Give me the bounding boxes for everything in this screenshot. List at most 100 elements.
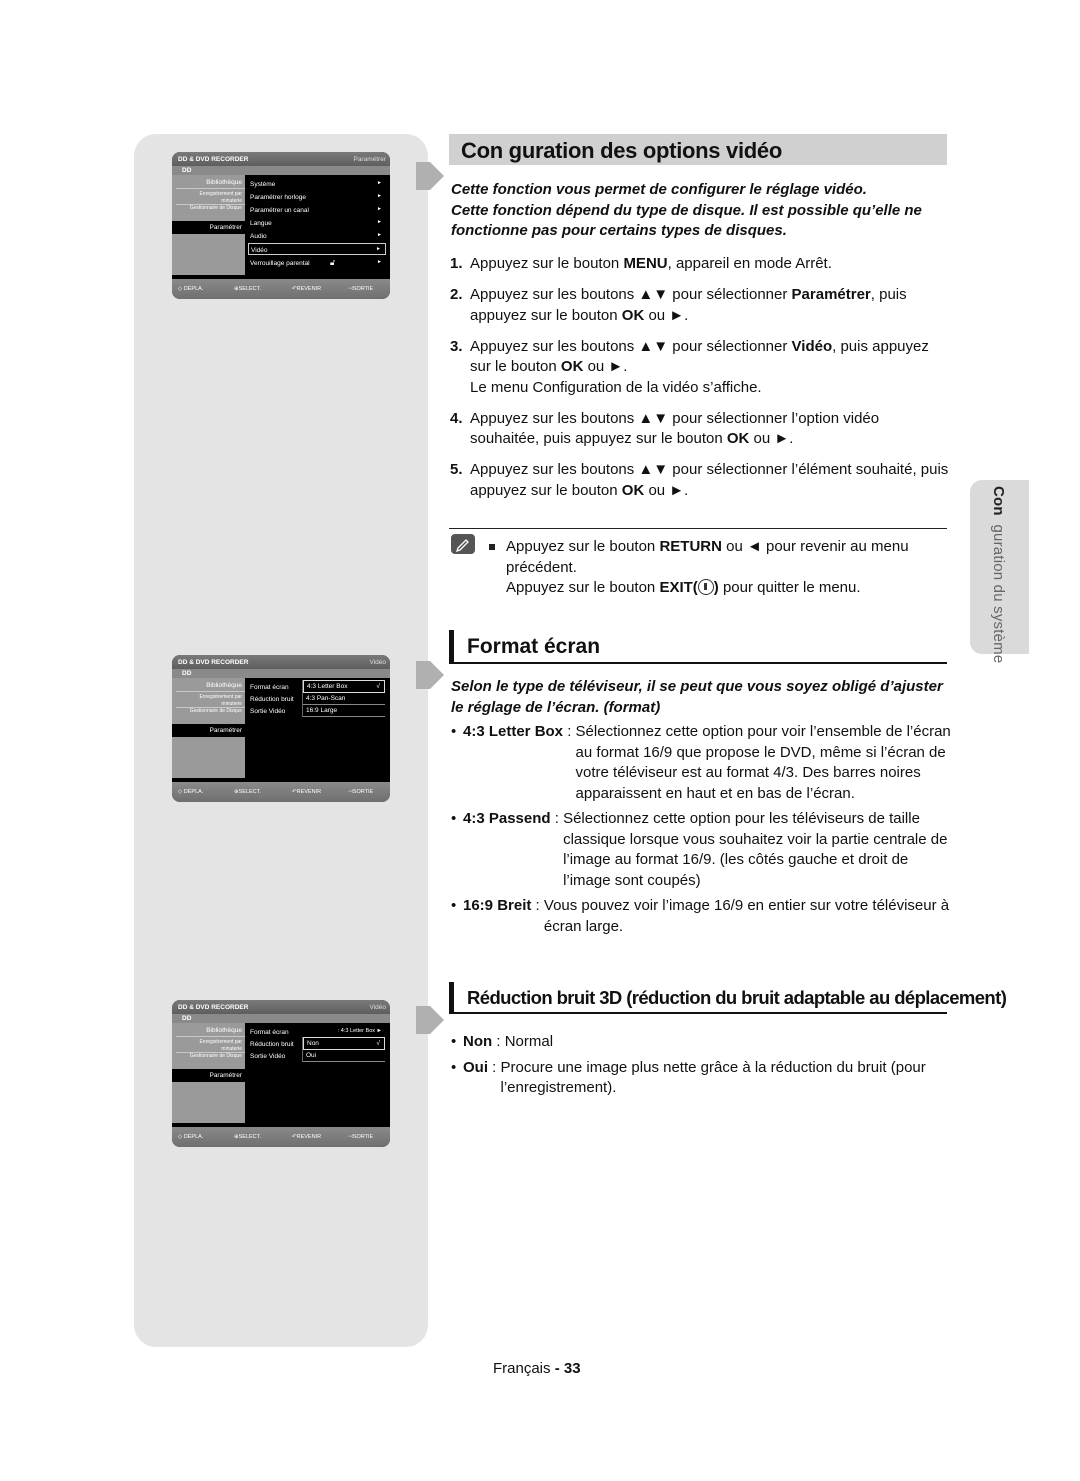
- osd-screen-video-format: DD & DVD RECORDER Vidéo DD Bibliothèque …: [172, 655, 390, 802]
- osd-menu-item[interactable]: Paramétrer horloge ►: [248, 191, 386, 203]
- step-item: 5. Appuyez sur les boutons ▲▼ pour sélect…: [450, 461, 949, 499]
- osd-title: DD & DVD RECORDER: [178, 1004, 249, 1011]
- steps-list: 1. Appuyez sur le bouton MENU, appareil e…: [450, 254, 950, 512]
- osd-left-item[interactable]: Gestionnaire de Disque: [182, 205, 242, 212]
- pointer-arrow-icon: [416, 655, 444, 695]
- osd-menu-item[interactable]: Système ►: [248, 178, 386, 190]
- step-item: 2. Appuyez sur les boutons ▲▼ pour sélect…: [450, 286, 907, 324]
- osd-left-item[interactable]: Enregistrement par minuterie: [182, 191, 242, 205]
- osd-menu-item[interactable]: Audio ►: [248, 230, 386, 242]
- chevron-right-icon: ►: [376, 246, 381, 252]
- osd-device-label: DD: [182, 670, 192, 677]
- note-divider: [449, 528, 947, 529]
- bullet-item: 4:3 Letter Box : Sélectionnez cette opti…: [451, 722, 951, 804]
- osd-left-item[interactable]: Bibliothèque: [206, 179, 242, 186]
- note-box: Appuyez sur le bouton RETURN ou ◄ pour r…: [489, 537, 949, 599]
- pointer-arrow-icon: [416, 156, 444, 196]
- osd-left-item[interactable]: Bibliothèque: [206, 682, 242, 689]
- osd-breadcrumb: Paramétrer: [353, 156, 386, 163]
- osd-option[interactable]: 16:9 Large: [303, 705, 385, 717]
- osd-menu-item[interactable]: Format écran: [248, 681, 302, 693]
- exit-button-icon: [697, 579, 714, 595]
- checkmark-icon: √: [376, 683, 380, 690]
- osd-footer: ◇ DÉPLA. ⊕SELECT. ↶REVENIR ⊣SORTIE: [172, 279, 390, 299]
- osd-menu-item[interactable]: Verrouillage parental 🔓︎ ►: [248, 257, 386, 269]
- bullet-item: Oui : Procure une image plus nette grâce…: [451, 1058, 951, 1099]
- osd-menu-item[interactable]: Sortie Vidéo: [248, 1050, 302, 1062]
- square-bullet-icon: [489, 544, 495, 550]
- osd-option-popup: Non √ Oui: [302, 1037, 385, 1062]
- intro-line: Cette fonction vous permet de configurer…: [451, 181, 867, 198]
- osd-screen-noise-reduction: DD & DVD RECORDER Vidéo DD Bibliothèque …: [172, 1000, 390, 1147]
- osd-left-menu: Bibliothèque Enregistrement par minuteri…: [172, 1023, 245, 1123]
- chevron-right-icon: ►: [377, 180, 382, 186]
- subsection-heading-noise: Réduction bruit 3D (réduction du bruit a…: [449, 982, 1007, 1014]
- osd-menu-item[interactable]: Sortie Vidéo: [248, 705, 302, 717]
- note-line: Appuyez sur le bouton EXIT() pour quitte…: [506, 579, 861, 596]
- osd-device-label: DD: [182, 1015, 192, 1022]
- osd-hint-select: ⊕SELECT.: [234, 789, 261, 795]
- osd-left-menu: Bibliothèque Enregistrement par minuteri…: [172, 678, 245, 778]
- osd-current-value: : 4:3 Letter Box ►: [337, 1028, 382, 1034]
- page-language: Français: [493, 1360, 551, 1377]
- section-title: Con guration des options vidéo: [461, 138, 783, 163]
- page-footer: Français - 33: [493, 1360, 581, 1377]
- osd-left-item-selected[interactable]: Paramétrer: [172, 1069, 245, 1082]
- osd-option[interactable]: 4:3 Pan-Scan: [303, 693, 385, 705]
- osd-option[interactable]: Oui: [303, 1050, 385, 1062]
- chevron-right-icon: ►: [377, 219, 382, 225]
- osd-device-label: DD: [182, 167, 192, 174]
- checkmark-icon: √: [376, 1040, 380, 1047]
- osd-left-item-selected[interactable]: Paramétrer: [172, 724, 245, 737]
- osd-hint-exit: ⊣SORTIE: [348, 286, 374, 292]
- bullet-item: 4:3 Passend : Sélectionnez cette option …: [451, 809, 951, 891]
- pointer-arrow-icon: [416, 1000, 444, 1040]
- osd-menu-item-selected[interactable]: Vidéo ►: [248, 243, 386, 255]
- osd-hint-move: ◇ DÉPLA.: [178, 286, 204, 292]
- osd-menu-item[interactable]: Paramétrer un canal ►: [248, 204, 386, 216]
- osd-left-item-selected[interactable]: Paramétrer: [172, 221, 245, 234]
- intro-line: Cette fonction dépend du type de disque.…: [451, 201, 922, 240]
- osd-option-selected[interactable]: Non √: [303, 1037, 385, 1050]
- osd-option-selected[interactable]: 4:3 Letter Box √: [303, 680, 385, 693]
- osd-header: DD & DVD RECORDER Paramétrer: [172, 152, 390, 166]
- osd-hint-move: ◇ DÉPLA.: [178, 1134, 204, 1140]
- osd-breadcrumb: Vidéo: [369, 659, 386, 666]
- note-line: Appuyez sur le bouton RETURN ou ◄ pour r…: [506, 538, 909, 576]
- bullet-item: 16:9 Breit : Vous pouvez voir l’image 16…: [451, 896, 951, 937]
- chapter-side-tab: Con guration du système: [970, 480, 1029, 663]
- chevron-right-icon: ►: [377, 259, 382, 265]
- osd-menu-item[interactable]: Réduction bruit: [248, 1038, 302, 1050]
- osd-left-item[interactable]: Gestionnaire de Disque: [182, 708, 242, 715]
- noise-options-list: Non : Normal Oui : Procure une image plu…: [451, 1032, 951, 1104]
- osd-left-item[interactable]: Enregistrement par minuterie: [182, 1039, 242, 1053]
- osd-title: DD & DVD RECORDER: [178, 659, 249, 666]
- osd-hint-return: ↶REVENIR: [292, 789, 322, 795]
- osd-screen-settings-menu: DD & DVD RECORDER Paramétrer DD Biblioth…: [172, 152, 390, 299]
- section-title-bar: Con guration des options vidéo: [449, 134, 947, 165]
- osd-hint-move: ◇ DÉPLA.: [178, 789, 204, 795]
- osd-left-item[interactable]: Bibliothèque: [206, 1027, 242, 1034]
- osd-hint-select: ⊕SELECT.: [234, 286, 261, 292]
- subsection-title: Format écran: [467, 635, 601, 658]
- osd-left-item[interactable]: Enregistrement par minuterie: [182, 694, 242, 708]
- osd-option-popup: 4:3 Letter Box √ 4:3 Pan-Scan 16:9 Large: [302, 680, 385, 717]
- osd-hint-select: ⊕SELECT.: [234, 1134, 261, 1140]
- chapter-label: Con guration du système: [990, 486, 1007, 664]
- osd-left-item[interactable]: Gestionnaire de Disque: [182, 1053, 242, 1060]
- subsection-heading-format: Format écran: [449, 630, 947, 664]
- osd-menu-item[interactable]: Réduction bruit: [248, 693, 302, 705]
- osd-hint-exit: ⊣SORTIE: [348, 789, 374, 795]
- osd-menu-item[interactable]: Langue ►: [248, 217, 386, 229]
- section-intro: Cette fonction vous permet de configurer…: [451, 180, 951, 242]
- page-number: 33: [563, 1360, 581, 1377]
- step-item: 4. Appuyez sur les boutons ▲▼ pour sélect…: [450, 409, 880, 448]
- padlock-open-icon: 🔓︎: [330, 258, 336, 267]
- chevron-right-icon: ►: [377, 232, 382, 238]
- step-item: 3. Appuyez sur les boutons ▲▼ pour sélect…: [450, 337, 929, 396]
- chevron-right-icon: ►: [377, 193, 382, 199]
- subsection-title: Réduction bruit 3D (réduction du bruit a…: [467, 987, 1007, 1008]
- osd-hint-exit: ⊣SORTIE: [348, 1134, 374, 1140]
- osd-subheader: DD: [172, 166, 390, 175]
- chevron-right-icon: ►: [377, 206, 382, 212]
